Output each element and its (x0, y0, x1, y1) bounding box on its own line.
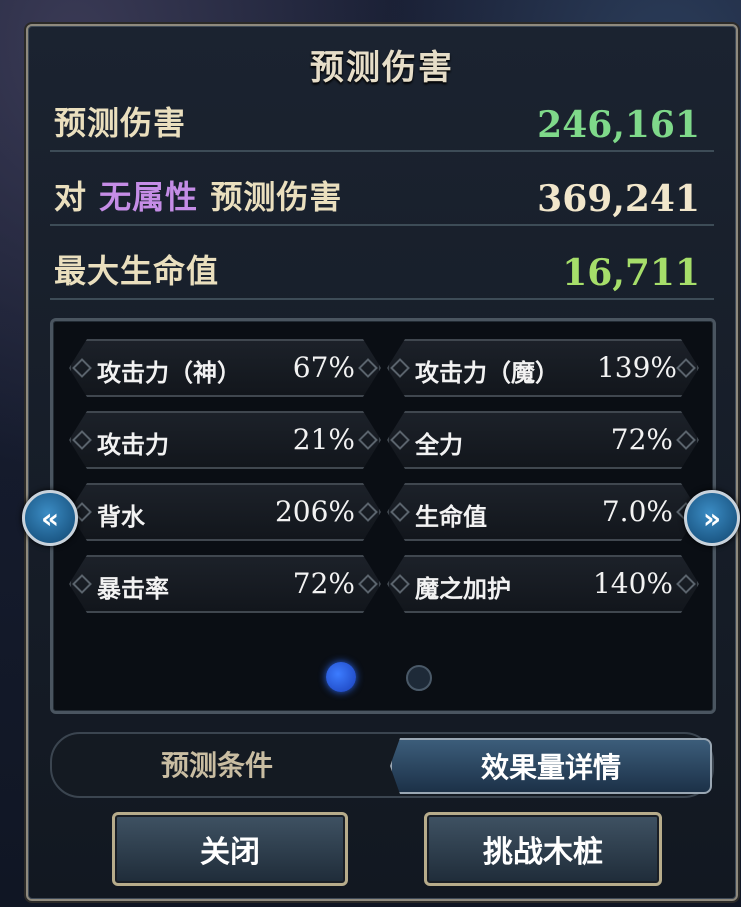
stat-attack-demon: 攻击力（魔） 139% (387, 339, 699, 397)
attribute-damage-prefix: 对 (54, 178, 88, 216)
predicted-damage-dialog: 预测伤害 预测伤害 246,161 对 无属性 预测伤害 369,241 最大生… (26, 24, 738, 901)
stat-value: 140% (592, 567, 673, 600)
dialog-title: 预测伤害 (310, 48, 454, 88)
max-hp-label: 最大生命值 (54, 252, 220, 290)
stat-value: 72% (292, 567, 355, 600)
stat-value: 21% (292, 423, 355, 456)
stat-label: 魔之加护 (415, 575, 511, 603)
stat-label: 背水 (97, 503, 145, 531)
predicted-damage-row: 预测伤害 246,161 (50, 102, 714, 152)
attribute-damage-row: 对 无属性 预测伤害 369,241 (50, 176, 714, 226)
next-page-icon[interactable]: » (684, 490, 740, 546)
stat-value: 7.0% (601, 495, 673, 528)
tab-effect-details[interactable]: 效果量详情 (390, 738, 712, 794)
predicted-damage-label: 预测伤害 (54, 104, 187, 142)
stat-value: 67% (292, 351, 355, 384)
page-indicator-active[interactable] (326, 662, 356, 692)
stat-label: 攻击力（神） (97, 359, 241, 387)
attribute-damage-suffix: 预测伤害 (210, 178, 343, 216)
stat-attack-god: 攻击力（神） 67% (69, 339, 381, 397)
effect-stats-panel: 攻击力（神） 67% 攻击力（魔） 139% 攻击力 21% 全力 72% 背水… (50, 318, 716, 714)
stat-label: 全力 (415, 431, 463, 459)
stat-full-power: 全力 72% (387, 411, 699, 469)
stat-label: 生命值 (415, 503, 487, 531)
stat-backwater: 背水 206% (69, 483, 381, 541)
stat-label: 攻击力 (97, 431, 169, 459)
predicted-damage-value: 246,161 (537, 104, 700, 146)
previous-page-icon[interactable]: « (22, 490, 78, 546)
challenge-dummy-button[interactable]: 挑战木桩 (424, 812, 662, 886)
stat-label: 攻击力（魔） (415, 359, 559, 387)
stat-attack: 攻击力 21% (69, 411, 381, 469)
stat-demon-blessing: 魔之加护 140% (387, 555, 699, 613)
attribute-damage-value: 369,241 (537, 178, 700, 220)
stat-value: 139% (596, 351, 677, 384)
max-hp-row: 最大生命值 16,711 (50, 250, 714, 300)
max-hp-value: 16,711 (562, 252, 700, 294)
stat-value: 206% (274, 495, 355, 528)
attribute-name: 无属性 (99, 178, 199, 216)
close-button[interactable]: 关闭 (112, 812, 348, 886)
stat-label: 暴击率 (97, 575, 169, 603)
stat-crit-rate: 暴击率 72% (69, 555, 381, 613)
stat-hp: 生命值 7.0% (387, 483, 699, 541)
tab-bar: 预测条件 效果量详情 (50, 732, 714, 798)
attribute-damage-label: 对 无属性 预测伤害 (54, 172, 342, 218)
stat-value: 72% (610, 423, 673, 456)
page-indicator-inactive[interactable] (406, 665, 432, 691)
tab-prediction-conditions[interactable]: 预测条件 (58, 738, 376, 790)
